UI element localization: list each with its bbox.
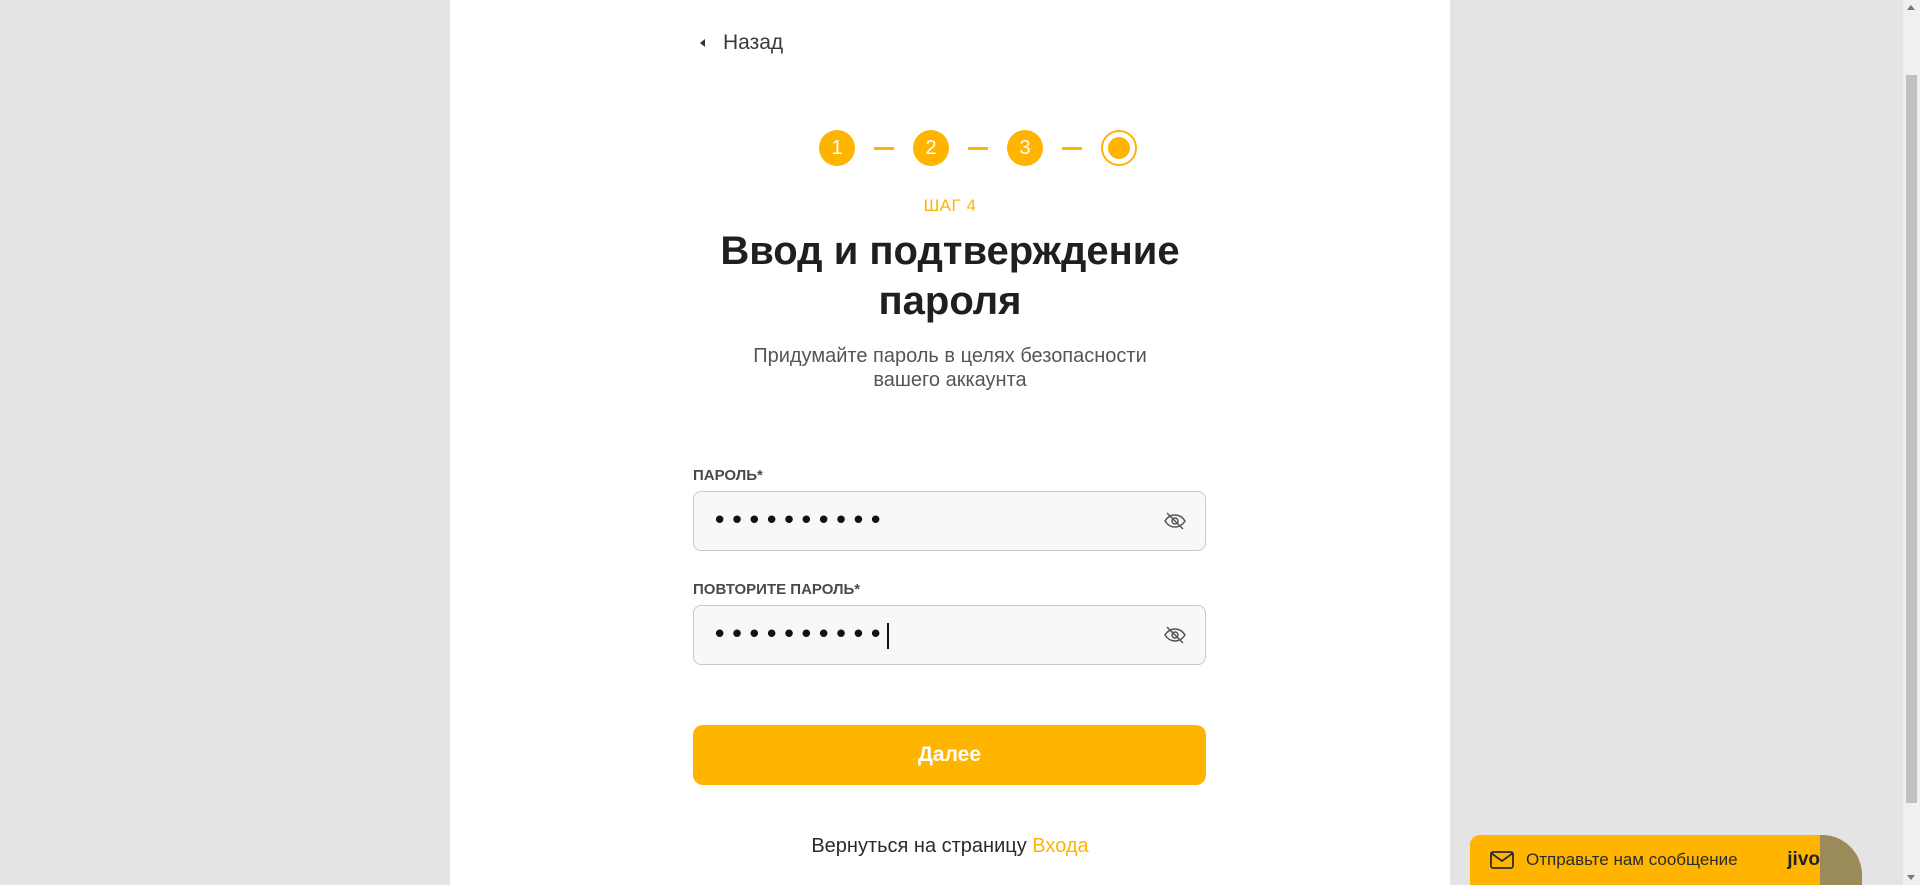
back-label: Назад xyxy=(723,31,784,54)
step-1: 1 xyxy=(819,130,855,166)
step-connector xyxy=(968,146,988,150)
text-caret xyxy=(887,622,890,649)
title-line-2: пароля xyxy=(878,279,1022,323)
subtitle-line-2: вашего аккаунта xyxy=(873,369,1027,391)
scroll-down-arrow-icon[interactable] xyxy=(1907,875,1915,880)
footer-text: Вернуться на страницу Входа xyxy=(450,835,1450,858)
eye-off-icon[interactable] xyxy=(1163,509,1187,533)
step-label: ШАГ 4 xyxy=(923,196,977,215)
chat-avatar xyxy=(1820,835,1862,885)
scrollbar-thumb[interactable] xyxy=(1906,75,1917,803)
subtitle-line-1: Придумайте пароль в целях безопасности xyxy=(753,345,1147,367)
eye-off-icon[interactable] xyxy=(1163,623,1187,647)
password-field[interactable]: •••••••••• xyxy=(693,491,1206,551)
password-label: ПАРОЛЬ* xyxy=(693,467,763,484)
chevron-left-icon xyxy=(700,39,705,47)
page-title: Ввод и подтверждение пароля xyxy=(450,226,1450,326)
step-connector xyxy=(1062,146,1082,150)
footer-prefix: Вернуться на страницу xyxy=(811,835,1033,857)
page-subtitle: Придумайте пароль в целях безопасности в… xyxy=(450,344,1450,392)
confirm-password-value-wrap: •••••••••• xyxy=(712,605,1163,665)
step-3: 3 xyxy=(1007,130,1043,166)
chat-widget-text: Отправьте нам сообщение xyxy=(1526,850,1738,869)
step-connector xyxy=(874,146,894,150)
step-4-current xyxy=(1101,130,1137,166)
current-step-dot xyxy=(1108,137,1130,159)
title-line-1: Ввод и подтверждение xyxy=(720,229,1180,273)
confirm-password-field[interactable]: •••••••••• xyxy=(693,605,1206,665)
back-link[interactable]: Назад xyxy=(700,30,783,56)
stepper: 1 2 3 xyxy=(819,130,1137,166)
confirm-password-label: ПОВТОРИТЕ ПАРОЛЬ* xyxy=(693,581,861,598)
jivo-logo: jivo xyxy=(1787,849,1820,870)
password-value: •••••••••• xyxy=(712,506,886,536)
step-2: 2 xyxy=(913,130,949,166)
registration-card: Назад 1 2 3 ШАГ 4 Ввод и подтверждение п… xyxy=(450,0,1450,885)
scroll-up-arrow-icon[interactable] xyxy=(1907,5,1915,10)
login-link[interactable]: Входа xyxy=(1032,835,1088,857)
mail-icon xyxy=(1490,851,1514,869)
chat-widget-button[interactable]: Отправьте нам сообщение jivo xyxy=(1470,835,1862,885)
page-scrollbar[interactable] xyxy=(1903,0,1920,885)
confirm-password-value: •••••••••• xyxy=(712,620,886,650)
next-button[interactable]: Далее xyxy=(693,725,1206,785)
